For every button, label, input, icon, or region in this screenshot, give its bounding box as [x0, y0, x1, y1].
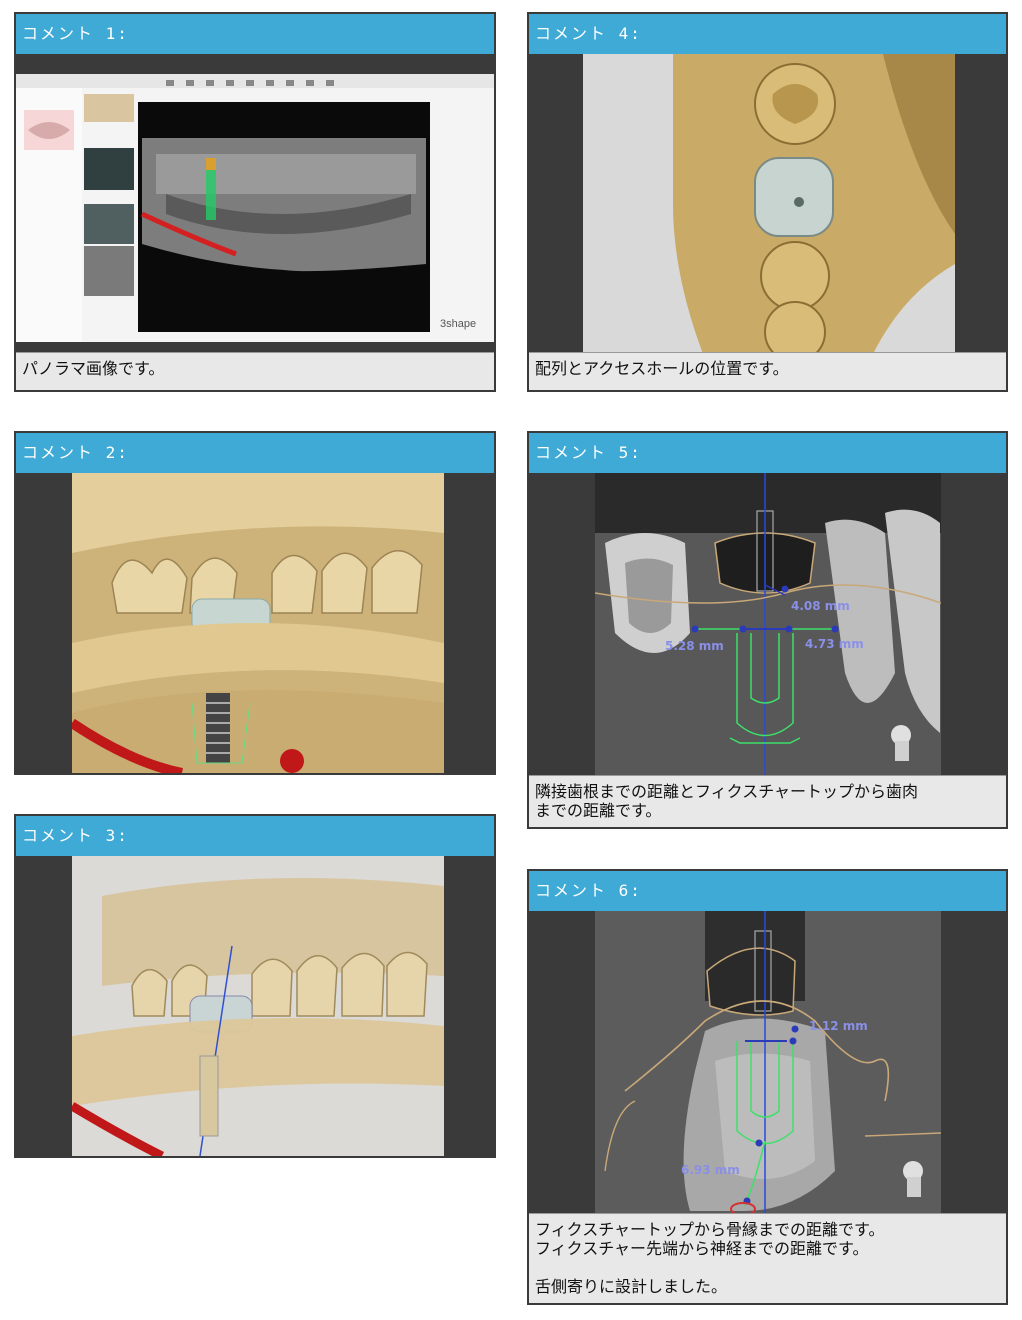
- software-screenshot: 3shape: [16, 74, 494, 342]
- ct-cross-section-image: 4.08 mm 5.28 mm 4.73 mm: [595, 473, 941, 775]
- ct-cross-section-image: 1.12 mm 6.93 mm: [595, 911, 941, 1213]
- panel-title: コメント 2:: [16, 433, 494, 473]
- panel-title: コメント 6:: [529, 871, 1006, 911]
- measurement-label: 5.28 mm: [665, 639, 724, 653]
- 3d-model-image: [72, 473, 444, 773]
- occlusal-view-image: [583, 54, 955, 354]
- panel-caption: パノラマ画像です。: [16, 352, 494, 390]
- panel-image-area: 3shape: [16, 54, 494, 354]
- comment-panel-3: コメント 3:: [14, 814, 496, 1158]
- comment-panel-6: コメント 6: 1.12 mm 6.93 mm フィクスチャートップから骨縁まで…: [527, 869, 1008, 1305]
- comment-panel-4: コメント 4: 配列とアクセスホールの位置です。: [527, 12, 1008, 392]
- panel-title: コメント 4:: [529, 14, 1006, 54]
- measurement-label: 4.73 mm: [805, 637, 864, 651]
- panel-caption: 配列とアクセスホールの位置です。: [529, 352, 1006, 390]
- measurement-label: 6.93 mm: [681, 1163, 740, 1177]
- comment-panel-2: コメント 2:: [14, 431, 496, 775]
- panel-image-area: [16, 856, 494, 1156]
- panel-title: コメント 3:: [16, 816, 494, 856]
- 3d-model-image: [72, 856, 444, 1156]
- measurement-label: 1.12 mm: [809, 1019, 868, 1033]
- panel-image-area: [529, 54, 1006, 354]
- panel-caption: フィクスチャートップから骨縁までの距離です。 フィクスチャー先端から神経までの距…: [529, 1213, 1006, 1303]
- panel-image-area: 1.12 mm 6.93 mm: [529, 911, 1006, 1215]
- panel-image-area: 4.08 mm 5.28 mm 4.73 mm: [529, 473, 1006, 777]
- panel-title: コメント 1:: [16, 14, 494, 54]
- comment-panel-1: コメント 1: 3shape パノラマ画像です。: [14, 12, 496, 392]
- panel-image-area: [16, 473, 494, 773]
- comment-panel-5: コメント 5: 4.08 mm 5.28 mm 4.73 mm 隣接歯根までの距…: [527, 431, 1008, 829]
- measurement-label: 4.08 mm: [791, 599, 850, 613]
- panel-caption: 隣接歯根までの距離とフィクスチャートップから歯肉 までの距離です。: [529, 775, 1006, 827]
- panel-title: コメント 5:: [529, 433, 1006, 473]
- brand-logo: 3shape: [440, 318, 477, 330]
